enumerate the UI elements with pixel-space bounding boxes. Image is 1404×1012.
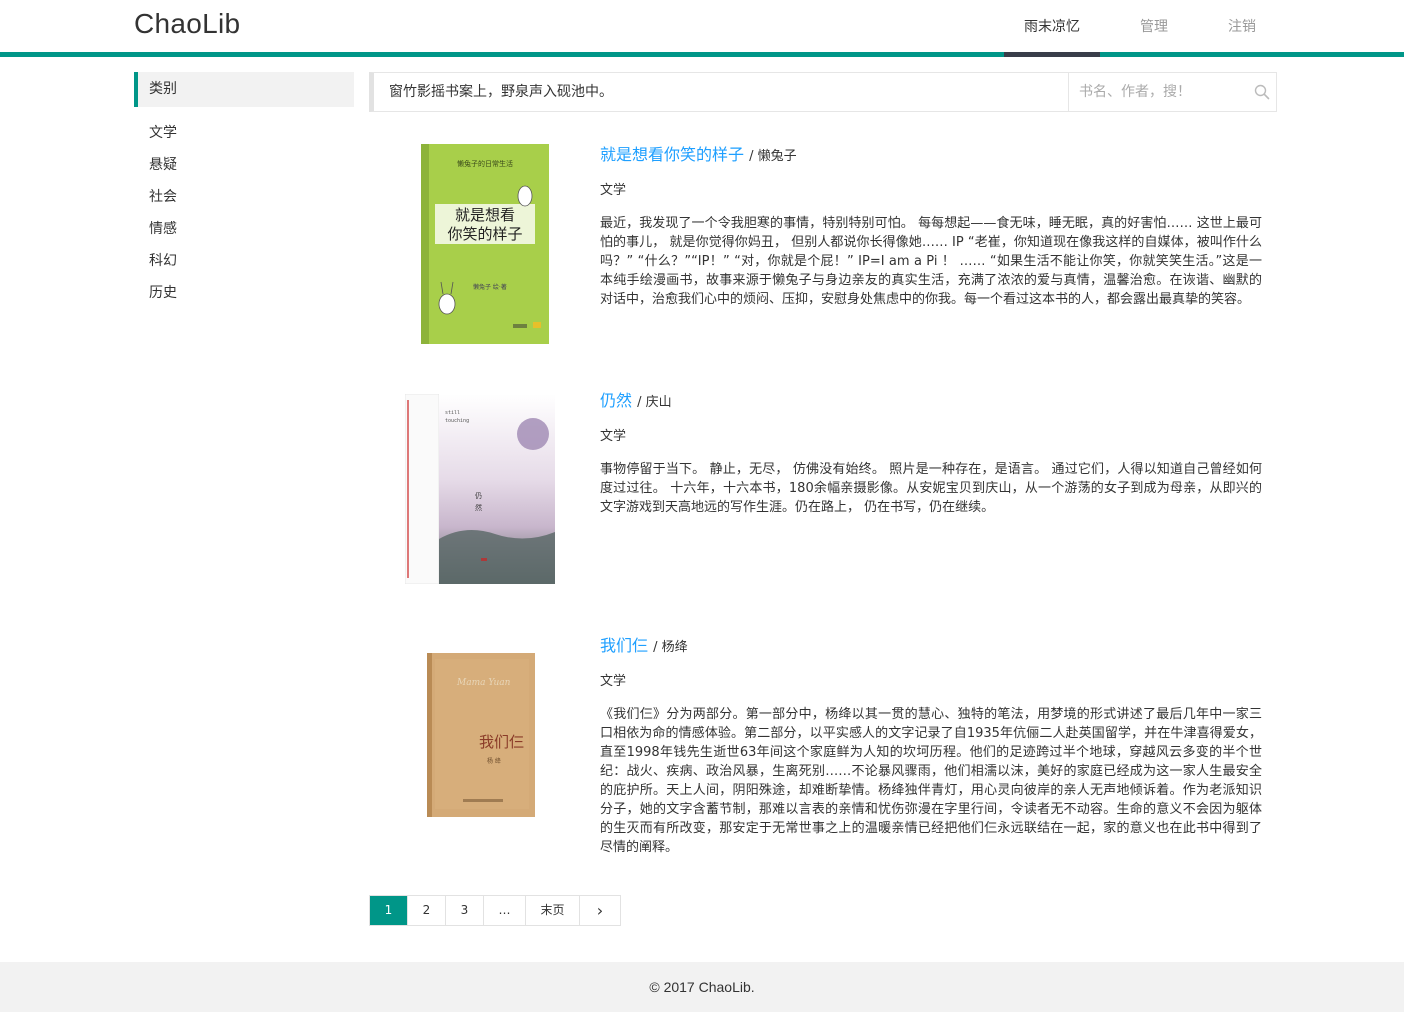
book-cover-image[interactable]: 仍 然 still touching <box>404 393 555 585</box>
page-footer: © 2017 ChaoLib. <box>0 962 1404 1012</box>
search-icon[interactable] <box>1254 84 1270 100</box>
book-author: 庆山 <box>645 395 672 410</box>
svg-text:懒兔子 绘·著: 懒兔子 绘·著 <box>473 283 507 291</box>
sidebar-heading[interactable]: 类别 <box>134 72 354 107</box>
nav-item-manage[interactable]: 管理 <box>1110 0 1198 52</box>
book-description: 最近，我发现了一个令我胆寒的事情，特别特别可怕。 每每想起——食无味，睡无眠，真… <box>600 216 1262 307</box>
search-input[interactable] <box>1069 73 1247 111</box>
author-separator: / <box>637 395 646 410</box>
search-box <box>1068 73 1276 111</box>
book-cover-art: 仍 然 still touching <box>404 393 555 585</box>
site-logo[interactable]: ChaoLib <box>134 8 240 40</box>
book-title-line: 就是想看你笑的样子 / 懒兔子 <box>600 144 1262 168</box>
svg-text:我们仨: 我们仨 <box>479 733 524 751</box>
book-cover-image[interactable]: 懒兔子的日常生活 就是想看 你笑的样子 懒兔子 绘·著 <box>421 144 549 344</box>
book-info: 就是想看你笑的样子 / 懒兔子 文学 最近，我发现了一个令我胆寒的事情，特别特别… <box>600 144 1262 309</box>
main-content: 窗竹影摇书案上，野泉声入砚池中。 懒兔子的日常生活 就是想看 你笑的样子 <box>369 72 1277 855</box>
page-button-1[interactable]: 1 <box>370 896 408 925</box>
book-description: 《我们仨》分为两部分。第一部分中，杨绛以其一贯的慧心、独特的笔法，用梦境的形式讲… <box>600 707 1262 855</box>
book-title-link[interactable]: 仍然 <box>600 391 632 410</box>
book-info: 仍然 / 庆山 文学 事物停留于当下。 静止，无尽， 仿佛没有始终。 照片是一种… <box>600 390 1262 517</box>
book-category: 文学 <box>600 674 627 689</box>
book-title-line: 仍然 / 庆山 <box>600 390 1262 414</box>
sidebar-item-mystery[interactable]: 悬疑 <box>134 149 354 181</box>
book-description: 事物停留于当下。 静止，无尽， 仿佛没有始终。 照片是一种存在，是语言。 通过它… <box>600 462 1262 515</box>
quote-text: 窗竹影摇书案上，野泉声入砚池中。 <box>389 84 613 100</box>
pagination: 1 2 3 … 末页 › <box>369 895 621 926</box>
svg-text:然: 然 <box>475 503 482 512</box>
page-button-2[interactable]: 2 <box>408 896 446 925</box>
svg-text:懒兔子的日常生活: 懒兔子的日常生活 <box>457 159 513 168</box>
book-author: 杨绛 <box>661 640 688 655</box>
svg-text:still: still <box>445 410 460 416</box>
nav-item-logout[interactable]: 注销 <box>1200 0 1284 52</box>
category-sidebar: 类别 文学 悬疑 社会 情感 科幻 历史 <box>134 72 354 309</box>
next-page-button[interactable]: › <box>580 896 620 925</box>
nav-item-user[interactable]: 雨末凉忆 <box>1004 0 1100 52</box>
header-accent-bar <box>0 52 1404 57</box>
last-page-button[interactable]: 末页 <box>526 896 580 925</box>
book-cover-art: Mama Yuan 我们仨 杨 绛 <box>427 653 535 817</box>
book-title-link[interactable]: 我们仨 <box>600 636 648 655</box>
page-ellipsis: … <box>484 896 526 925</box>
sidebar-item-history[interactable]: 历史 <box>134 277 354 309</box>
author-separator: / <box>749 149 758 164</box>
book-category: 文学 <box>600 429 627 444</box>
book-category: 文学 <box>600 183 627 198</box>
book-author: 懒兔子 <box>757 149 797 164</box>
sidebar-item-literature[interactable]: 文学 <box>134 117 354 149</box>
svg-text:杨 绛: 杨 绛 <box>487 757 501 765</box>
quote-search-bar: 窗竹影摇书案上，野泉声入砚池中。 <box>369 72 1277 112</box>
svg-text:你笑的样子: 你笑的样子 <box>447 225 522 243</box>
book-cover-art: 懒兔子的日常生活 就是想看 你笑的样子 懒兔子 绘·著 <box>421 144 549 344</box>
sidebar-item-society[interactable]: 社会 <box>134 181 354 213</box>
top-header: ChaoLib 雨末凉忆 管理 注销 <box>0 0 1404 57</box>
book-info: 我们仨 / 杨绛 文学 《我们仨》分为两部分。第一部分中，杨绛以其一贯的慧心、独… <box>600 635 1262 857</box>
sidebar-item-scifi[interactable]: 科幻 <box>134 245 354 277</box>
svg-text:Mama Yuan: Mama Yuan <box>456 678 511 688</box>
book-cover-image[interactable]: Mama Yuan 我们仨 杨 绛 <box>427 653 535 817</box>
svg-text:touching: touching <box>445 418 469 424</box>
svg-text:就是想看: 就是想看 <box>455 206 515 224</box>
book-title-line: 我们仨 / 杨绛 <box>600 635 1262 659</box>
sidebar-item-emotion[interactable]: 情感 <box>134 213 354 245</box>
svg-text:仍: 仍 <box>475 491 482 500</box>
book-title-link[interactable]: 就是想看你笑的样子 <box>600 145 744 164</box>
author-separator: / <box>653 640 662 655</box>
page-button-3[interactable]: 3 <box>446 896 484 925</box>
nav-active-indicator <box>1004 52 1100 57</box>
category-list: 文学 悬疑 社会 情感 科幻 历史 <box>134 117 354 309</box>
